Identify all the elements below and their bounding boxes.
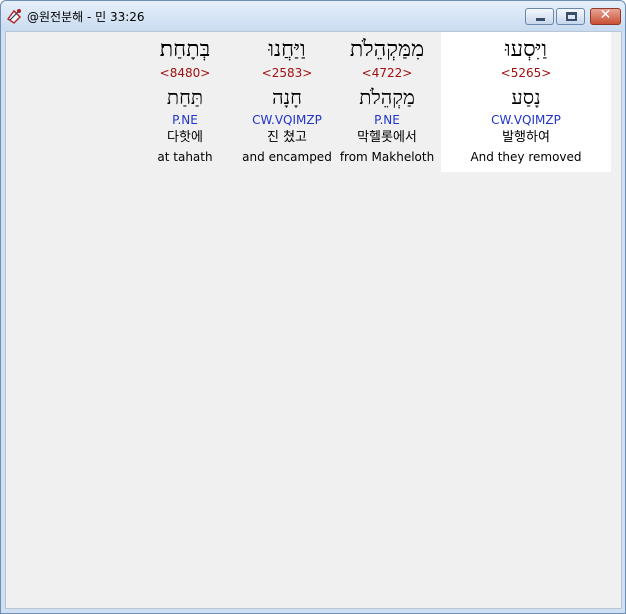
strong-number[interactable]: <4722> [337,66,437,80]
lemma-word: חָנָה [272,85,302,109]
english-gloss: from Makheloth [339,150,435,164]
parse-code: P.NE [172,113,198,127]
word-card-encamped[interactable]: וַיַּחֲנוּ <2583> חָנָה CW.VQIMZP 진 쳤고 a… [237,32,337,172]
lemma-word: נָסַע [511,85,541,109]
window-title: @원전분해 - 민 33:26 [27,10,145,24]
lemma-word: מַקְהֵלֹת [359,85,415,109]
english-gloss: And they removed [470,150,582,164]
close-button[interactable]: ✕ [590,7,621,25]
hebrew-word: וַיִּסְעוּ [505,37,547,62]
parchment-pen-icon[interactable] [5,7,23,25]
minimize-button[interactable] [525,8,554,25]
hebrew-word: בְּתָחַת׃ [159,37,211,62]
korean-gloss: 막헬롯에서 [357,130,417,145]
korean-gloss: 다핫에 [167,130,203,145]
strong-number[interactable]: <2583> [237,66,337,80]
word-card-tahath[interactable]: בְּתָחַת׃ <8480> תַּחַת P.NE 다핫에 at taha… [137,32,233,172]
strong-number[interactable]: <5265> [441,66,611,80]
korean-gloss: 발행하여 [502,130,550,145]
maximize-button[interactable] [556,8,585,25]
interlinear-panel: בְּתָחַת׃ <8480> תַּחַת P.NE 다핫에 at taha… [5,31,622,609]
english-gloss: at tahath [157,150,213,164]
korean-gloss: 진 쳤고 [266,130,307,145]
parse-code: P.NE [374,113,400,127]
minimize-icon [536,18,545,21]
english-gloss: and encamped [242,150,332,164]
parse-code: CW.VQIMZP [252,113,322,127]
parse-code: CW.VQIMZP [491,113,561,127]
hebrew-word: מִמַּקְהֵלֹת [349,37,425,62]
strong-number[interactable]: <8480> [137,66,233,80]
title-bar[interactable]: @원전분해 - 민 33:26 ✕ [1,1,625,31]
word-card-makheloth[interactable]: מִמַּקְהֵלֹת <4722> מַקְהֵלֹת P.NE 막헬롯에서… [337,32,437,172]
word-card-removed[interactable]: וַיִּסְעוּ <5265> נָסַע CW.VQIMZP 발행하여 A… [441,32,611,172]
close-icon: ✕ [599,7,612,23]
hebrew-word: וַיַּחֲנוּ [268,37,306,62]
maximize-icon [566,12,577,21]
app-window: @원전분해 - 민 33:26 ✕ בְּתָחַת׃ <8480> תַּחַ… [0,0,626,614]
lemma-word: תַּחַת [166,85,204,109]
